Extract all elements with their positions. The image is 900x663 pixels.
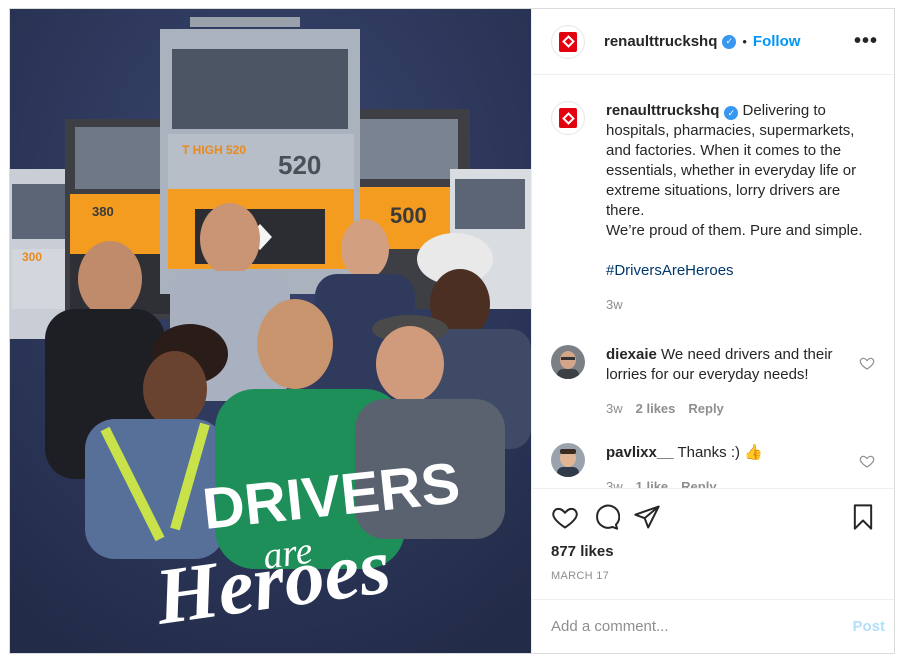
action-icons — [551, 503, 877, 531]
comment-input[interactable] — [551, 618, 853, 635]
header-username[interactable]: renaulttruckshq — [604, 33, 717, 50]
truck-center: T HIGH 520 520 — [160, 17, 360, 294]
comment-time[interactable]: 3w — [606, 399, 623, 419]
comment-text: Thanks :) 👍 — [673, 444, 763, 461]
svg-text:500: 500 — [390, 203, 427, 228]
comment-time[interactable]: 3w — [606, 477, 623, 488]
comment-meta: 3w 1 like Reply — [606, 477, 849, 488]
instagram-post-window: 300 380 500 T HIGH 520 520 DRIVERS are H… — [9, 8, 895, 654]
comments-section: renaulttruckshq ✓ Delivering to hospitals… — [532, 75, 894, 488]
share-send-icon[interactable] — [633, 503, 661, 531]
post-date: MARCH 17 — [551, 570, 610, 582]
post-comment-button[interactable]: Post — [852, 618, 885, 635]
save-bookmark-icon[interactable] — [849, 503, 877, 531]
caption-message: Delivering to hospitals, pharmacies, sup… — [606, 102, 863, 239]
svg-text:380: 380 — [92, 204, 114, 219]
reply-button[interactable]: Reply — [688, 399, 723, 419]
separator-dot: • — [742, 34, 747, 49]
svg-text:300: 300 — [22, 250, 42, 264]
follow-button[interactable]: Follow — [753, 33, 801, 50]
reply-button[interactable]: Reply — [681, 477, 716, 488]
hashtag-link[interactable]: #DriversAreHeroes — [606, 261, 875, 281]
likes-count[interactable]: 877 likes — [551, 543, 877, 560]
caption-avatar[interactable] — [551, 101, 585, 135]
comment-body: pavlixx__ Thanks :) 👍 3w 1 like Reply — [606, 443, 849, 488]
renault-logo-icon — [559, 108, 577, 128]
comment-likes[interactable]: 1 like — [636, 477, 669, 488]
comment-row: diexaie We need drivers and their lorrie… — [551, 345, 875, 419]
comment-meta: 3w 2 likes Reply — [606, 399, 849, 419]
comment-likes[interactable]: 2 likes — [636, 399, 676, 419]
add-comment-bar: Post — [532, 599, 894, 653]
comment-username[interactable]: diexaie — [606, 346, 657, 363]
account-avatar[interactable] — [551, 24, 585, 59]
more-options-icon[interactable]: ••• — [854, 30, 878, 53]
commenter-avatar[interactable] — [551, 443, 585, 477]
comment-bubble-icon[interactable] — [592, 503, 620, 531]
commenter-avatar[interactable] — [551, 345, 585, 379]
like-comment-heart-icon[interactable] — [859, 355, 875, 371]
like-comment-heart-icon[interactable] — [859, 453, 875, 469]
caption-body: renaulttruckshq ✓ Delivering to hospitals… — [606, 101, 875, 315]
comment-body: diexaie We need drivers and their lorrie… — [606, 345, 849, 419]
comment-row: pavlixx__ Thanks :) 👍 3w 1 like Reply — [551, 443, 875, 488]
verified-badge-icon: ✓ — [722, 34, 737, 49]
renault-logo-icon — [559, 31, 577, 52]
drivers-are-heroes-artwork: 300 380 500 T HIGH 520 520 DRIVERS are H… — [10, 9, 531, 653]
like-heart-icon[interactable] — [551, 503, 579, 531]
svg-text:T HIGH 520: T HIGH 520 — [182, 143, 246, 157]
comment-username[interactable]: pavlixx__ — [606, 444, 674, 461]
svg-text:520: 520 — [278, 150, 321, 180]
caption-row: renaulttruckshq ✓ Delivering to hospitals… — [551, 101, 875, 315]
post-image[interactable]: 300 380 500 T HIGH 520 520 DRIVERS are H… — [10, 9, 531, 653]
header-account-info: renaulttruckshq ✓ • Follow — [604, 33, 800, 50]
post-header: renaulttruckshq ✓ • Follow ••• — [532, 9, 894, 75]
caption-time[interactable]: 3w — [606, 295, 875, 315]
post-sidebar: renaulttruckshq ✓ • Follow ••• renaulttr… — [531, 9, 894, 653]
post-actions: 877 likes MARCH 17 — [532, 488, 894, 599]
verified-badge-icon: ✓ — [724, 106, 739, 120]
caption-text: renaulttruckshq ✓ Delivering to hospitals… — [606, 102, 863, 239]
caption-username[interactable]: renaulttruckshq — [606, 102, 719, 119]
